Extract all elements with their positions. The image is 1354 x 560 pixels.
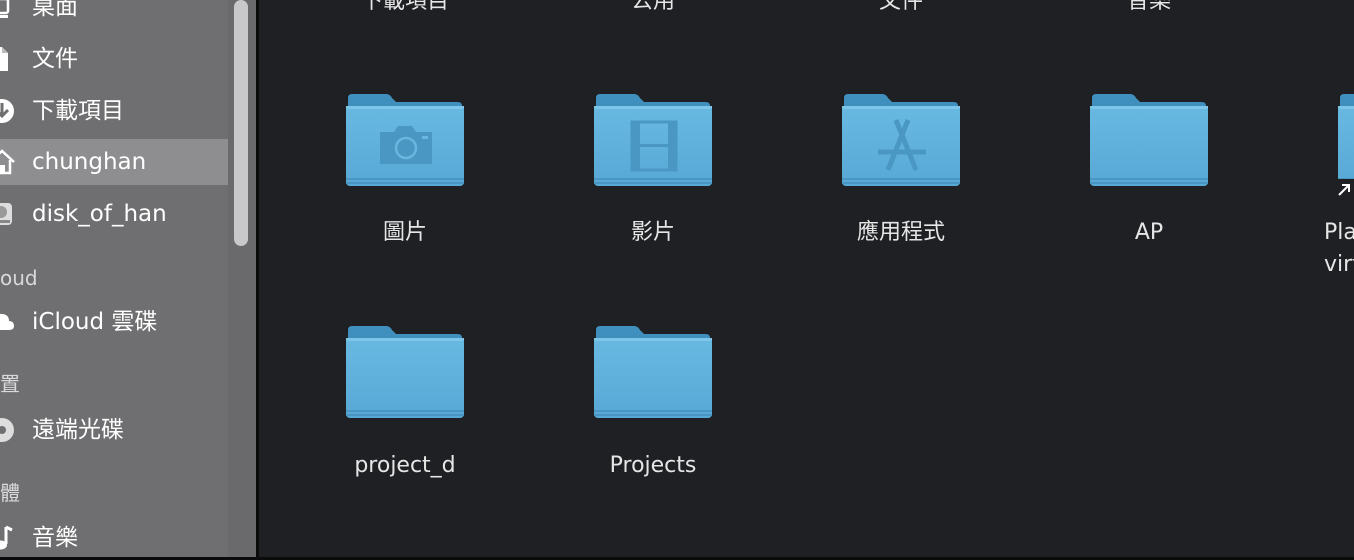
sidebar-item-disk[interactable]: disk_of_han — [0, 191, 228, 237]
sidebar-scrollbar-thumb[interactable] — [234, 0, 248, 246]
item-label-music[interactable]: 音樂 — [1034, 0, 1264, 16]
document-icon — [0, 45, 16, 73]
folder-label: 影片 — [630, 220, 675, 245]
sidebar-item-label: 文件 — [32, 46, 78, 72]
item-label-public[interactable]: 公用 — [538, 0, 768, 16]
folder-item-applications[interactable]: 應用程式 — [786, 92, 1016, 322]
home-icon — [0, 148, 16, 176]
sidebar-item-label: chunghan — [32, 149, 147, 175]
alias-arrow-icon — [1335, 179, 1354, 199]
folder-label: Projects — [609, 453, 697, 478]
sidebar-item-label: 下載項目 — [32, 98, 124, 124]
app-store-icon — [878, 119, 926, 171]
folder-label-line1: Pla — [1324, 220, 1354, 245]
sidebar-scrollbar[interactable] — [228, 0, 256, 560]
sidebar-item-downloads[interactable]: 下載項目 — [0, 88, 228, 134]
sidebar-item-icloud-drive[interactable]: iCloud 雲碟 — [0, 299, 228, 345]
sidebar-item-remote-disc[interactable]: 遠端光碟 — [0, 407, 228, 453]
sidebar-section-locations: 置 — [0, 372, 20, 396]
folder-item-partial[interactable]: Pla virt — [1282, 92, 1354, 322]
sidebar-section-icloud: oud — [0, 266, 38, 290]
item-label-documents[interactable]: 文件 — [786, 0, 1016, 16]
folder-item-movies[interactable]: 影片 — [538, 92, 768, 322]
folder-item-pictures[interactable]: 圖片 — [290, 92, 520, 322]
sidebar-item-label: 桌面 — [32, 0, 78, 20]
download-icon — [0, 97, 16, 125]
sidebar-item-label: disk_of_han — [32, 201, 167, 227]
sidebar-item-label: 音樂 — [32, 525, 78, 551]
folder-item-ap[interactable]: AP — [1034, 92, 1264, 322]
music-note-icon — [0, 524, 16, 552]
sidebar: 桌面 文件 下載項目 chunghan disk_of_han oud iClo… — [0, 0, 228, 560]
sidebar-section-media: 體 — [0, 481, 20, 505]
sidebar-item-documents[interactable]: 文件 — [0, 36, 228, 82]
folder-label: 應用程式 — [856, 220, 945, 245]
film-icon — [630, 120, 678, 172]
folder-icon — [1338, 92, 1354, 188]
cloud-icon — [0, 308, 16, 336]
disk-icon — [0, 200, 16, 228]
sidebar-item-desktop[interactable]: 桌面 — [0, 0, 228, 30]
folder-label-line2: virt — [1324, 252, 1354, 277]
folder-icon — [1090, 92, 1208, 188]
sidebar-item-label: 遠端光碟 — [32, 417, 124, 443]
desktop-icon — [0, 0, 16, 21]
camera-icon — [380, 126, 432, 164]
folder-label: 圖片 — [382, 220, 427, 245]
disc-icon — [0, 416, 16, 444]
sidebar-item-label: iCloud 雲碟 — [32, 309, 158, 335]
sidebar-item-home[interactable]: chunghan — [0, 139, 228, 185]
folder-icon — [346, 324, 464, 420]
folder-item-projects[interactable]: Projects — [538, 324, 768, 554]
folder-icon — [594, 324, 712, 420]
file-grid: 下載項目 公用 文件 音樂 圖片 影片 應用程式 AP Pla vir proj… — [259, 0, 1354, 560]
folder-label: AP — [1134, 220, 1164, 245]
sidebar-item-music[interactable]: 音樂 — [0, 515, 228, 560]
folder-item-project-d[interactable]: project_d — [290, 324, 520, 554]
item-label-downloads[interactable]: 下載項目 — [290, 0, 520, 16]
folder-label: project_d — [354, 453, 456, 478]
